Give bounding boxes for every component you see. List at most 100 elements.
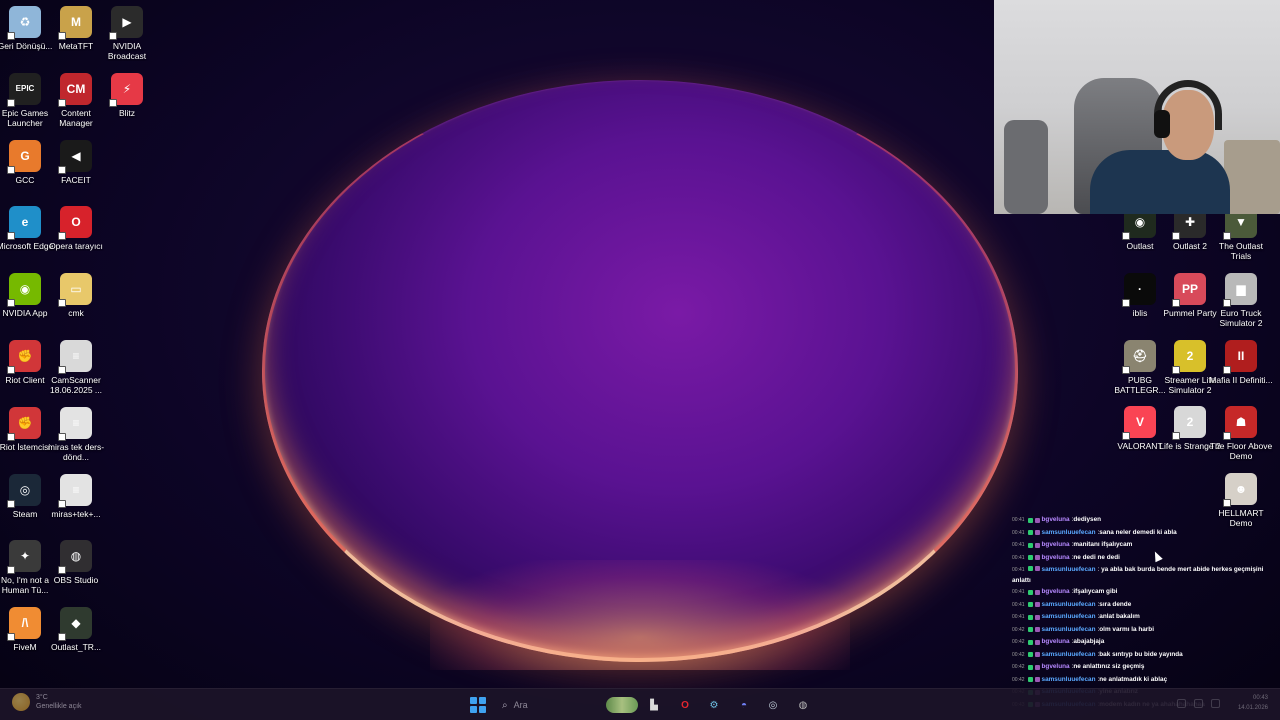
desktop-shortcut[interactable]: ≡ CamScanner 18.06.2025 ...	[44, 336, 108, 398]
obs-taskbar-icon[interactable]: ◍	[795, 697, 811, 713]
chat-badge-icon	[1034, 602, 1040, 608]
shortcut-arrow-icon	[58, 499, 66, 508]
content-manager-icon: CM	[58, 72, 92, 107]
pummel-party-icon: PP	[1172, 272, 1206, 307]
desktop-shortcut[interactable]: II Mafia II Definiti...	[1209, 336, 1273, 398]
shortcut-arrow-icon	[109, 32, 117, 40]
metatft-icon: M	[58, 6, 92, 40]
weather-widget[interactable]: 3°C Genellikle açık	[12, 693, 82, 711]
shortcut-arrow-icon	[1223, 365, 1231, 374]
chat-message: 00:42 samsunluuefecan: ne anlatmadık ki a…	[1012, 674, 1270, 687]
start-button[interactable]	[470, 697, 486, 713]
chat-badge-icon	[1027, 517, 1033, 523]
document-icon: ≡	[58, 473, 92, 508]
fivem-icon: /\	[7, 607, 41, 642]
recycle-bin-icon: ♻	[7, 6, 41, 40]
desktop-shortcut-label: Outlast_TR...	[50, 642, 102, 653]
chat-badge-icon	[1034, 639, 1040, 645]
system-tray	[1177, 699, 1220, 708]
shortcut-arrow-icon	[1122, 298, 1130, 307]
file-explorer-icon[interactable]: ▙	[646, 697, 662, 713]
desktop-shortcut[interactable]: O Opera tarayıcı	[44, 202, 108, 264]
shortcut-arrow-icon	[1223, 432, 1231, 441]
desktop-shortcut[interactable]: ⚡ Blitz	[95, 69, 159, 131]
chat-username: samsunluuefecan	[1041, 650, 1096, 658]
shortcut-arrow-icon	[7, 366, 15, 374]
desktop-shortcut-label: cmk	[68, 308, 84, 319]
mafia-icon: II	[1223, 339, 1257, 374]
battery-icon[interactable]	[1211, 699, 1220, 708]
chat-badge-icon	[1027, 542, 1033, 548]
euro-truck-icon: ▆	[1223, 272, 1257, 307]
obs-icon: ◍	[58, 540, 92, 575]
taskbar: 3°C Genellikle açık ⌕ Ara ▙ O ⚙ ◓ ◎ ◍ 00…	[0, 688, 1280, 720]
desktop-shortcut[interactable]: ▆ Euro Truck Simulator 2	[1209, 269, 1273, 331]
iblis-icon: ·	[1122, 272, 1156, 307]
shortcut-arrow-icon	[1122, 432, 1130, 441]
desktop-shortcut-label: CamScanner 18.06.2025 ...	[50, 375, 102, 395]
shortcut-arrow-icon	[1172, 298, 1180, 307]
search-highlight-image	[606, 697, 638, 713]
desktop-shortcut-label: The Outlast Trials	[1219, 241, 1263, 261]
clock-time: 00:43	[1252, 695, 1268, 701]
desktop-shortcut[interactable]: ▭ cmk	[44, 269, 108, 331]
desktop-shortcut-label: Opera tarayıcı	[49, 241, 103, 252]
weather-temp: 3°C	[36, 694, 48, 701]
nvidia-broadcast-icon: ▶	[109, 6, 143, 40]
volume-icon[interactable]	[1194, 699, 1203, 708]
opera-taskbar-icon[interactable]: O	[677, 697, 693, 713]
wallpaper-orb-glow	[430, 560, 850, 670]
chat-text: olm varmı la harbi	[1099, 625, 1154, 633]
chat-text: ifşalıycam gibi	[1073, 588, 1118, 595]
shortcut-arrow-icon	[7, 566, 15, 575]
taskbar-search[interactable]: ⌕ Ara	[494, 694, 644, 716]
desktop-shortcut[interactable]: ◆ Outlast_TR...	[44, 603, 108, 665]
chat-username: bgveluna	[1041, 663, 1070, 670]
shortcut-arrow-icon	[58, 98, 66, 107]
desktop-shortcut[interactable]: ≡ miras tek ders-dönd...	[44, 403, 108, 465]
desktop-shortcut[interactable]: ◍ OBS Studio	[44, 536, 108, 598]
weather-text: 3°C Genellikle açık	[36, 693, 82, 711]
valorant-icon: V	[1122, 406, 1156, 441]
floor-above-icon: ☗	[1223, 406, 1257, 441]
chat-username: bgveluna	[1041, 516, 1070, 523]
shortcut-arrow-icon	[7, 165, 15, 174]
desktop-shortcut[interactable]: ▶ NVIDIA Broadcast	[95, 2, 159, 64]
chat-text: abajabjaja	[1073, 638, 1105, 645]
shortcut-arrow-icon	[1122, 232, 1130, 240]
clock[interactable]: 00:43 14.01.2026	[1238, 693, 1268, 713]
chat-badge-icon	[1027, 627, 1033, 633]
pubg-icon: ⛑	[1122, 339, 1156, 374]
sun-icon	[12, 693, 30, 711]
chat-badge-icon	[1034, 652, 1040, 658]
shortcut-arrow-icon	[58, 232, 66, 241]
chat-timestamp: 00:42	[1012, 676, 1025, 683]
chat-timestamp: 00:42	[1012, 639, 1025, 645]
chat-message: 00:42 samsunluuefecan: olm varmı la harbi	[1012, 624, 1270, 637]
desktop-shortcut[interactable]: ◀ FACEIT	[44, 136, 108, 198]
chat-text: bak sıntıyp bu bide yayında	[1099, 650, 1183, 658]
webcam-person-body	[1090, 150, 1230, 214]
chat-message: 00:41 samsunluuefecan: anlat bakalım	[1012, 611, 1270, 624]
gcc-icon: G	[7, 139, 41, 174]
chat-text: sıra dende	[1099, 600, 1132, 608]
shortcut-arrow-icon	[7, 499, 15, 508]
shortcut-arrow-icon	[1223, 499, 1231, 508]
desktop-shortcut-label: Blitz	[118, 107, 136, 118]
chat-timestamp: 00:41	[1012, 554, 1025, 561]
shortcut-arrow-icon	[58, 633, 66, 642]
network-icon[interactable]	[1177, 699, 1186, 708]
folder-icon: ▭	[58, 273, 92, 308]
chat-timestamp: 00:41	[1012, 601, 1025, 608]
chat-message: 00:41 bgveluna: ifşalıycam gibi	[1012, 586, 1270, 599]
shortcut-arrow-icon	[7, 32, 15, 40]
chat-message: 00:41 samsunluuefecan: sana neler demedi …	[1012, 527, 1270, 540]
settings-gear-icon[interactable]: ⚙	[706, 697, 722, 713]
edge-icon: e	[7, 206, 41, 241]
desktop-shortcut[interactable]: ≡ miras+tek+...	[44, 470, 108, 532]
shortcut-arrow-icon	[1172, 365, 1180, 374]
chat-timestamp: 00:41	[1012, 614, 1025, 620]
discord-icon[interactable]: ◓	[736, 697, 752, 713]
steam-taskbar-icon[interactable]: ◎	[765, 697, 781, 713]
desktop-shortcut[interactable]: ☗ The Floor Above Demo	[1209, 402, 1273, 464]
